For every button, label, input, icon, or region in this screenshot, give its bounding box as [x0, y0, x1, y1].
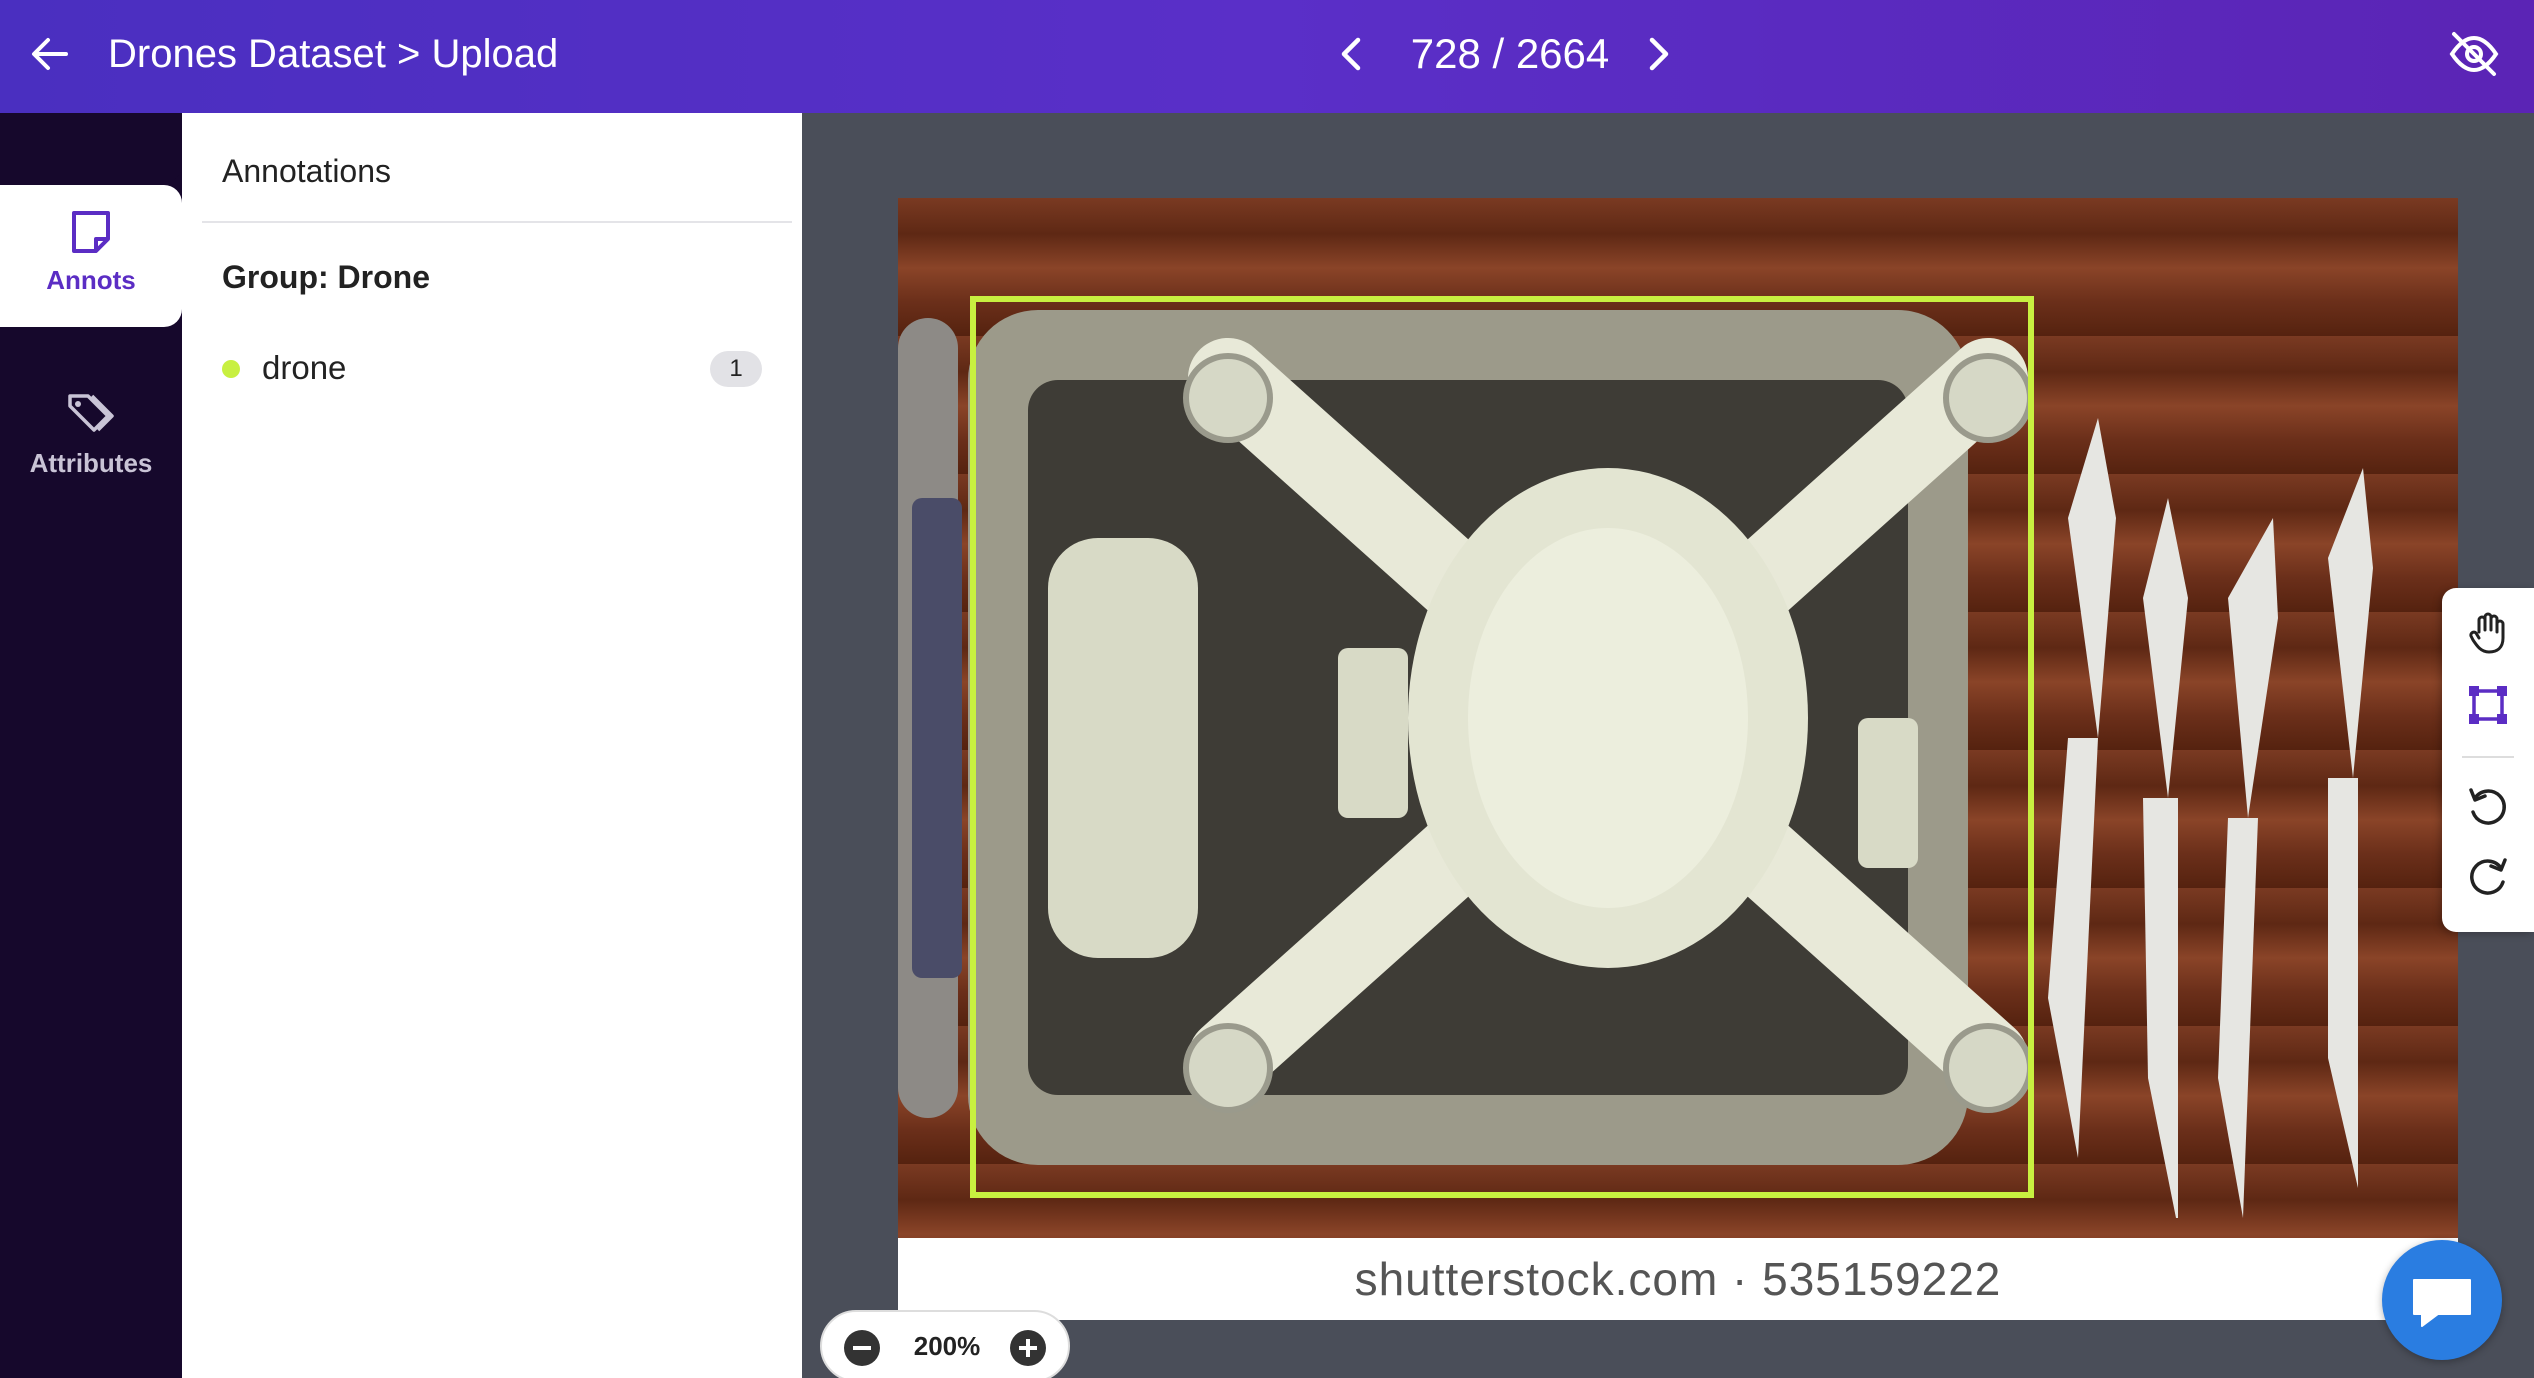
image-canvas[interactable]: shutterstock.com · 535159222 [898, 198, 2458, 1320]
tags-icon [68, 394, 114, 432]
tool-palette [2442, 588, 2534, 932]
chevron-left-icon[interactable] [1330, 28, 1374, 80]
chat-button[interactable] [2382, 1240, 2502, 1360]
propellers-image [2048, 418, 2373, 1218]
tools-divider [2462, 756, 2514, 758]
panel-heading: Annotations [222, 153, 392, 189]
redo-icon[interactable] [2465, 854, 2511, 900]
hand-icon[interactable] [2465, 610, 2511, 656]
group-title: Group: Drone [222, 259, 430, 295]
back-arrow-icon[interactable] [26, 28, 74, 80]
annotation-class-name: drone [262, 349, 347, 386]
left-rail: Annots Attributes [0, 113, 182, 1378]
bounding-box-icon[interactable] [2465, 682, 2511, 728]
annotation-row[interactable]: drone 1 [222, 343, 762, 395]
class-color-dot [222, 360, 240, 378]
rail-item-label: Attributes [29, 448, 153, 478]
annotation-count-badge: 1 [710, 351, 762, 387]
annotations-panel: Annotations Group: Drone drone 1 [182, 113, 802, 1378]
rail-item-annots[interactable]: Annots [0, 185, 182, 327]
rail-top-block [0, 113, 182, 183]
zoom-in-icon[interactable] [1010, 1330, 1046, 1366]
zoom-out-icon[interactable] [844, 1330, 880, 1366]
divider [202, 221, 792, 223]
image-watermark: shutterstock.com · 535159222 [898, 1238, 2458, 1320]
zoom-control: 200% [820, 1310, 1070, 1378]
eye-off-icon[interactable] [2446, 28, 2502, 80]
page-title: Drones Dataset > Upload [108, 32, 559, 76]
sticky-note-icon [72, 211, 110, 253]
annotation-bounding-box[interactable] [970, 296, 2034, 1198]
rail-item-attributes[interactable]: Attributes [0, 368, 182, 510]
top-bar: Drones Dataset > Upload 728 / 2664 [0, 0, 2534, 113]
rail-item-label: Annots [46, 265, 136, 295]
chevron-right-icon[interactable] [1636, 28, 1680, 80]
image-counter: 728 / 2664 [1410, 30, 1610, 77]
undo-icon[interactable] [2465, 784, 2511, 830]
zoom-level: 200% [913, 1331, 981, 1361]
chat-bubble-icon [2413, 1279, 2471, 1327]
